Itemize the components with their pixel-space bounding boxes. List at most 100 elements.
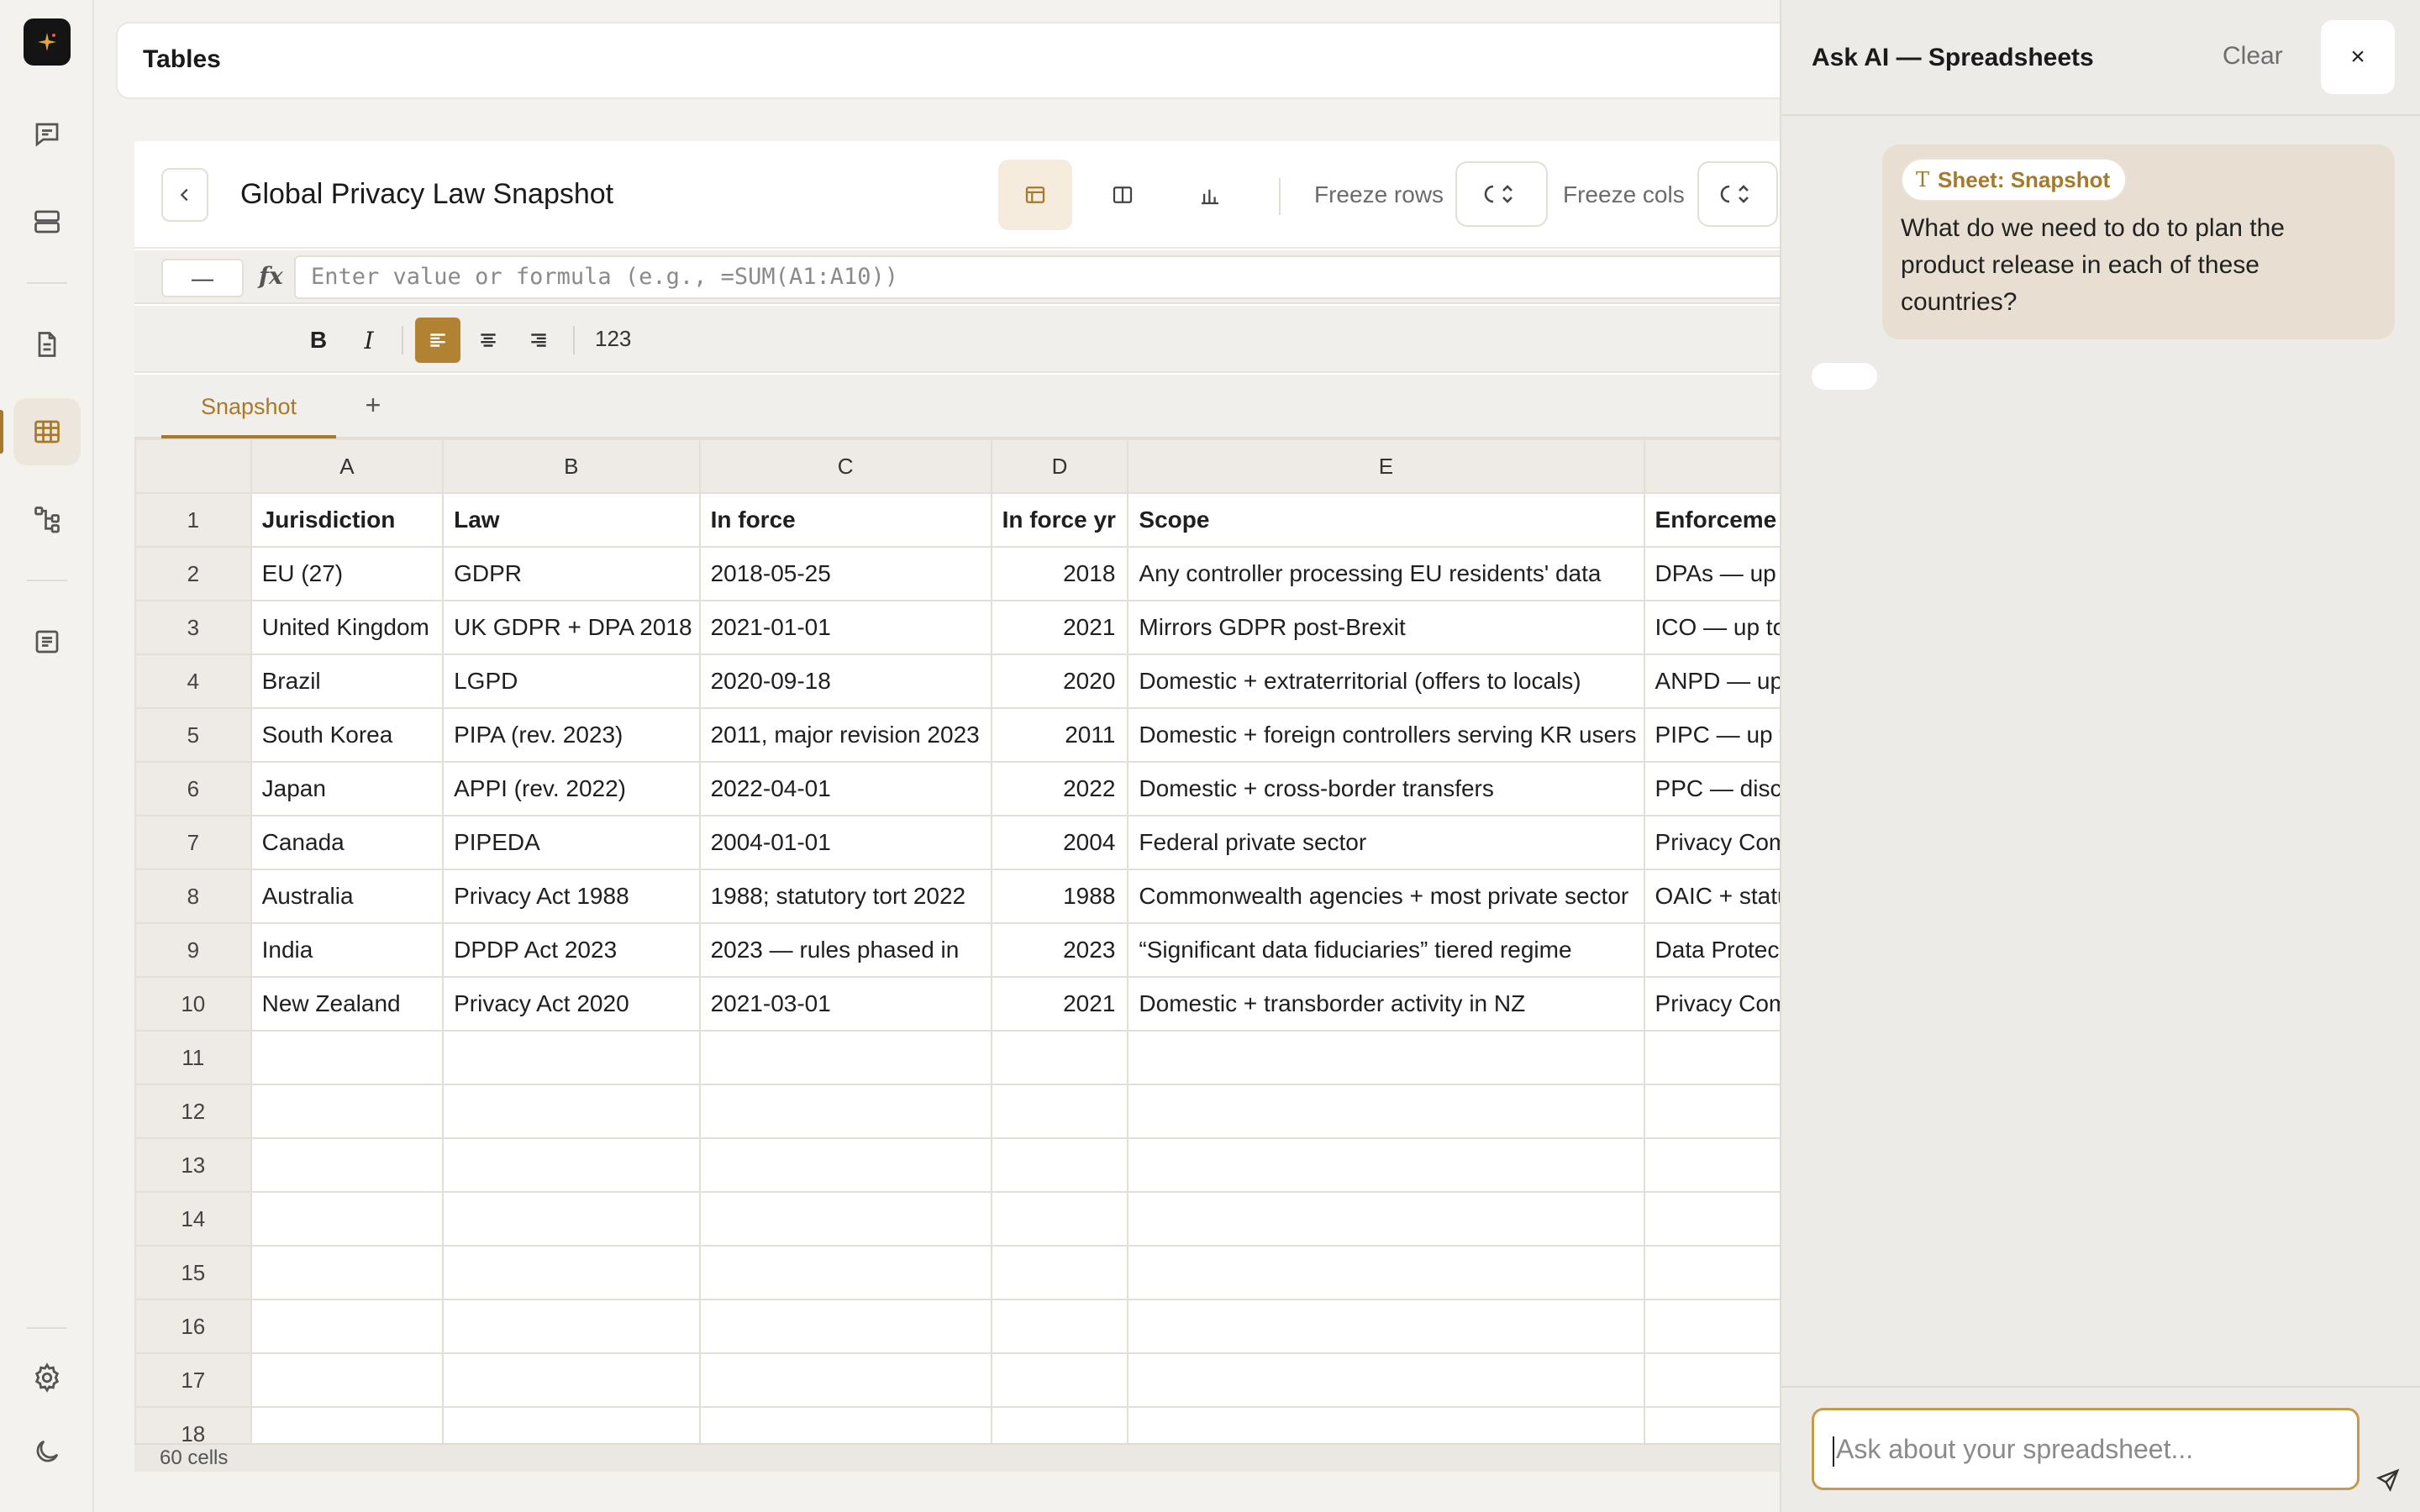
- align-center-button[interactable]: [466, 318, 511, 363]
- table-icon[interactable]: [13, 398, 81, 465]
- row-number[interactable]: 7: [134, 815, 252, 870]
- column-header[interactable]: A: [250, 438, 445, 494]
- cell[interactable]: [990, 1191, 1129, 1247]
- cell[interactable]: [990, 1137, 1129, 1193]
- cell[interactable]: Canada: [250, 815, 445, 870]
- moon-icon[interactable]: [13, 1418, 81, 1485]
- cell[interactable]: In force yr: [990, 492, 1129, 548]
- send-button[interactable]: [2371, 1463, 2405, 1497]
- cell[interactable]: [698, 1406, 992, 1443]
- row-number[interactable]: 2: [134, 546, 252, 601]
- cell[interactable]: [1127, 1137, 1645, 1193]
- column-header[interactable]: E: [1127, 438, 1645, 494]
- cell[interactable]: [442, 1245, 701, 1300]
- row-number[interactable]: 3: [134, 600, 252, 655]
- row-number[interactable]: 12: [134, 1084, 252, 1139]
- cell[interactable]: Commonwealth agencies + most private sec…: [1127, 869, 1645, 924]
- cell[interactable]: Federal private sector: [1127, 815, 1645, 870]
- cell[interactable]: [250, 1406, 445, 1443]
- split-view-button[interactable]: [1086, 160, 1160, 230]
- cell[interactable]: Australia: [250, 869, 445, 924]
- cell[interactable]: [442, 1299, 701, 1354]
- gear-icon[interactable]: [13, 1344, 81, 1411]
- cell[interactable]: [250, 1084, 445, 1139]
- cell[interactable]: [990, 1352, 1129, 1408]
- cell[interactable]: [698, 1245, 992, 1300]
- notes-icon[interactable]: [13, 608, 81, 675]
- workflow-icon[interactable]: [13, 486, 81, 553]
- cell[interactable]: Domestic + extraterritorial (offers to l…: [1127, 654, 1645, 709]
- cell[interactable]: [1127, 1299, 1645, 1354]
- row-number[interactable]: 6: [134, 761, 252, 816]
- cell[interactable]: [442, 1191, 701, 1247]
- column-header[interactable]: B: [442, 438, 701, 494]
- row-number[interactable]: 13: [134, 1137, 252, 1193]
- cell[interactable]: PIPA (rev. 2023): [442, 707, 701, 763]
- cell[interactable]: [1127, 1406, 1645, 1443]
- cell[interactable]: [442, 1030, 701, 1085]
- cell[interactable]: [698, 1084, 992, 1139]
- number-format-button[interactable]: 123: [595, 326, 631, 352]
- row-number[interactable]: 18: [134, 1406, 252, 1443]
- align-right-button[interactable]: [516, 318, 561, 363]
- cell[interactable]: [990, 1030, 1129, 1085]
- row-number[interactable]: 11: [134, 1030, 252, 1085]
- document-icon[interactable]: [13, 311, 81, 378]
- cell[interactable]: [442, 1137, 701, 1193]
- chart-view-button[interactable]: [1173, 160, 1247, 230]
- cell[interactable]: Domestic + cross-border transfers: [1127, 761, 1645, 816]
- row-number[interactable]: 10: [134, 976, 252, 1032]
- corner-cell[interactable]: [134, 438, 252, 494]
- cell[interactable]: 2022: [990, 761, 1129, 816]
- cell[interactable]: 2018: [990, 546, 1129, 601]
- cell[interactable]: UK GDPR + DPA 2018: [442, 600, 701, 655]
- grid-view-button[interactable]: [998, 160, 1072, 230]
- cell[interactable]: [250, 1030, 445, 1085]
- cell[interactable]: 2021: [990, 976, 1129, 1032]
- cell[interactable]: PIPEDA: [442, 815, 701, 870]
- row-number[interactable]: 17: [134, 1352, 252, 1408]
- cell[interactable]: 2011: [990, 707, 1129, 763]
- cell[interactable]: 1988; statutory tort 2022: [698, 869, 992, 924]
- column-header[interactable]: C: [698, 438, 992, 494]
- back-button[interactable]: [161, 168, 208, 222]
- cell[interactable]: [990, 1245, 1129, 1300]
- row-number[interactable]: 8: [134, 869, 252, 924]
- row-number[interactable]: 15: [134, 1245, 252, 1300]
- cell[interactable]: 2021: [990, 600, 1129, 655]
- cell[interactable]: South Korea: [250, 707, 445, 763]
- tab-snapshot[interactable]: Snapshot: [161, 375, 336, 438]
- cell[interactable]: [698, 1191, 992, 1247]
- freeze-cols-stepper[interactable]: [1697, 161, 1778, 227]
- cell[interactable]: [990, 1299, 1129, 1354]
- ask-input[interactable]: Ask about your spreadsheet...: [1812, 1408, 2360, 1490]
- cell[interactable]: Brazil: [250, 654, 445, 709]
- cell[interactable]: APPI (rev. 2022): [442, 761, 701, 816]
- cell[interactable]: 2020: [990, 654, 1129, 709]
- cell[interactable]: [250, 1191, 445, 1247]
- cell[interactable]: [250, 1352, 445, 1408]
- cell[interactable]: [990, 1406, 1129, 1443]
- cell[interactable]: Domestic + transborder activity in NZ: [1127, 976, 1645, 1032]
- cell[interactable]: [442, 1084, 701, 1139]
- cell[interactable]: GDPR: [442, 546, 701, 601]
- cell[interactable]: India: [250, 922, 445, 978]
- cell[interactable]: [990, 1084, 1129, 1139]
- cell[interactable]: Japan: [250, 761, 445, 816]
- cell[interactable]: 2020-09-18: [698, 654, 992, 709]
- cell[interactable]: [698, 1352, 992, 1408]
- cell[interactable]: [1127, 1245, 1645, 1300]
- cell[interactable]: 2021-03-01: [698, 976, 992, 1032]
- cell[interactable]: 2021-01-01: [698, 600, 992, 655]
- cell[interactable]: 2022-04-01: [698, 761, 992, 816]
- cell[interactable]: [1127, 1352, 1645, 1408]
- align-left-button[interactable]: [415, 318, 460, 363]
- cell[interactable]: 2011, major revision 2023: [698, 707, 992, 763]
- cell[interactable]: United Kingdom: [250, 600, 445, 655]
- cell[interactable]: [442, 1406, 701, 1443]
- row-number[interactable]: 16: [134, 1299, 252, 1354]
- cell[interactable]: Law: [442, 492, 701, 548]
- bold-button[interactable]: B: [296, 318, 341, 363]
- cell[interactable]: [1127, 1191, 1645, 1247]
- cell[interactable]: In force: [698, 492, 992, 548]
